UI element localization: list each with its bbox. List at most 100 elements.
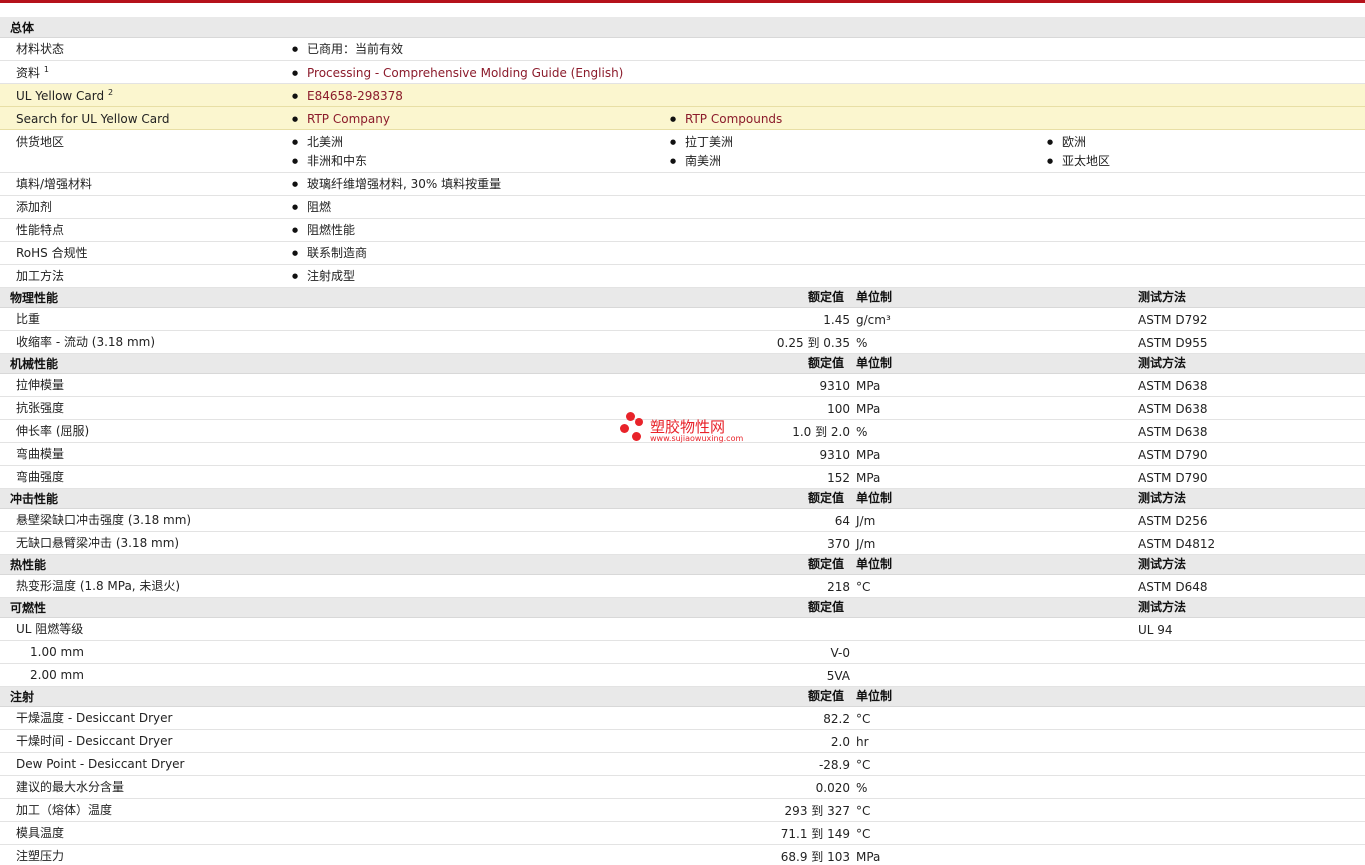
- row-label: 弯曲模量: [16, 447, 65, 461]
- unit-header: 单位制: [856, 356, 893, 370]
- table-row: 悬壁梁缺口冲击强度 (3.18 mm) 64 J/m ASTM D256: [0, 509, 1365, 532]
- row-value: -28.9: [818, 758, 850, 772]
- row-unit: MPa: [856, 402, 881, 416]
- row-label: 资料 1: [16, 65, 49, 80]
- rated-header: 额定值: [808, 689, 845, 703]
- table-row: 建议的最大水分含量 0.020 %: [0, 776, 1365, 799]
- row-value: 2.0: [830, 735, 850, 749]
- row-label: 干燥时间 - Desiccant Dryer: [16, 734, 173, 748]
- row-unit: °C: [856, 758, 871, 772]
- row-unit: MPa: [856, 471, 881, 485]
- row-unit: J/m: [856, 537, 876, 551]
- section-header-flammability: 可燃性 额定值 测试方法: [0, 598, 1365, 618]
- row-value: 293 到 327: [784, 804, 850, 818]
- watermark-url: www.sujiaowuxing.com: [650, 434, 744, 443]
- row-test: ASTM D790: [1138, 471, 1208, 485]
- row-label: 模具温度: [16, 826, 65, 840]
- row-unit: °C: [856, 712, 871, 726]
- section-title: 注射: [10, 690, 35, 704]
- logo-dot-icon: [632, 432, 641, 441]
- row-value: 218: [827, 580, 850, 594]
- row-label: 无缺口悬臂梁冲击 (3.18 mm): [16, 536, 180, 550]
- row-value: 注射成型: [292, 268, 355, 284]
- row-value: 71.1 到 149: [780, 827, 850, 841]
- table-row: 注塑压力 68.9 到 103 MPa: [0, 845, 1365, 864]
- table-row: 热变形温度 (1.8 MPa, 未退火) 218 °C ASTM D648: [0, 575, 1365, 598]
- top-accent-bar: [0, 0, 1365, 3]
- row-label: UL Yellow Card 2: [16, 88, 114, 103]
- unit-header: 单位制: [856, 557, 893, 571]
- row-unit: %: [856, 781, 868, 795]
- region-item: 非洲和中东: [292, 153, 367, 169]
- row-test: UL 94: [1138, 623, 1173, 637]
- table-row: 干燥时间 - Desiccant Dryer 2.0 hr: [0, 730, 1365, 753]
- row-unit: %: [856, 425, 868, 439]
- row-unit: MPa: [856, 379, 881, 393]
- row-unit: °C: [856, 804, 871, 818]
- table-row: 拉伸模量 9310 MPa ASTM D638: [0, 374, 1365, 397]
- row-label: 收缩率 - 流动 (3.18 mm): [16, 335, 156, 349]
- rtp-compounds-link[interactable]: RTP Compounds: [670, 111, 782, 127]
- row-value: 联系制造商: [292, 245, 367, 261]
- row-test: ASTM D638: [1138, 379, 1208, 393]
- test-header: 测试方法: [1138, 290, 1187, 304]
- region-item: 亚太地区: [1047, 153, 1110, 169]
- row-label: 添加剂: [16, 200, 53, 214]
- row-label: 弯曲强度: [16, 470, 65, 484]
- row-process: 加工方法 注射成型: [0, 265, 1365, 288]
- section-title: 可燃性: [10, 601, 47, 615]
- table-row: 无缺口悬臂梁冲击 (3.18 mm) 370 J/m ASTM D4812: [0, 532, 1365, 555]
- row-unit: g/cm³: [856, 313, 891, 327]
- row-unit: %: [856, 336, 868, 350]
- row-rohs: RoHS 合规性 联系制造商: [0, 242, 1365, 265]
- table-row: 收缩率 - 流动 (3.18 mm) 0.25 到 0.35 % ASTM D9…: [0, 331, 1365, 354]
- row-region: 供货地区 北美洲 拉丁美洲 欧洲 非洲和中东 南美洲 亚太地区: [0, 130, 1365, 173]
- rated-header: 额定值: [808, 290, 845, 304]
- unit-header: 单位制: [856, 689, 893, 703]
- table-row: 加工（熔体）温度 293 到 327 °C: [0, 799, 1365, 822]
- row-ul-card: UL Yellow Card 2 E84658-298378: [0, 84, 1365, 107]
- section-title: 物理性能: [10, 291, 59, 305]
- row-test: ASTM D4812: [1138, 537, 1216, 551]
- row-label: Search for UL Yellow Card: [16, 112, 170, 126]
- row-test: ASTM D790: [1138, 448, 1208, 462]
- ul-card-link[interactable]: E84658-298378: [292, 88, 403, 104]
- row-material-status: 材料状态 已商用：当前有效: [0, 38, 1365, 61]
- rtp-company-link[interactable]: RTP Company: [292, 111, 390, 127]
- row-label: 供货地区: [16, 135, 65, 149]
- row-unit: °C: [856, 827, 871, 841]
- row-docs: 资料 1 Processing - Comprehensive Molding …: [0, 61, 1365, 84]
- table-row: Dew Point - Desiccant Dryer -28.9 °C: [0, 753, 1365, 776]
- row-label: 填料/增强材料: [16, 177, 93, 191]
- logo-dot-icon: [626, 412, 635, 421]
- row-value: 0.020: [815, 781, 850, 795]
- row-value: 1.0 到 2.0: [792, 425, 850, 439]
- section-header-physical: 物理性能 额定值 单位制 测试方法: [0, 288, 1365, 308]
- row-test: ASTM D638: [1138, 425, 1208, 439]
- table-row: UL 阻燃等级 UL 94: [0, 618, 1365, 641]
- row-unit: J/m: [856, 514, 876, 528]
- test-header: 测试方法: [1138, 356, 1187, 370]
- test-header: 测试方法: [1138, 557, 1187, 571]
- unit-header: 单位制: [856, 491, 893, 505]
- footnote-ref[interactable]: 2: [108, 88, 113, 97]
- row-label: 干燥温度 - Desiccant Dryer: [16, 711, 173, 725]
- table-row: 干燥温度 - Desiccant Dryer 82.2 °C: [0, 707, 1365, 730]
- row-value: 5VA: [826, 669, 850, 683]
- rated-header: 额定值: [808, 557, 845, 571]
- section-title: 冲击性能: [10, 492, 59, 506]
- row-label: UL 阻燃等级: [16, 622, 84, 636]
- footnote-ref[interactable]: 1: [44, 65, 49, 74]
- row-filler: 填料/增强材料 玻璃纤维增强材料, 30% 填料按重量: [0, 173, 1365, 196]
- row-value: 玻璃纤维增强材料, 30% 填料按重量: [292, 176, 501, 192]
- table-row: 模具温度 71.1 到 149 °C: [0, 822, 1365, 845]
- doc-link[interactable]: Processing - Comprehensive Molding Guide…: [292, 65, 623, 81]
- row-label: 悬壁梁缺口冲击强度 (3.18 mm): [16, 513, 192, 527]
- row-features: 性能特点 阻燃性能: [0, 219, 1365, 242]
- row-value: 9310: [819, 379, 850, 393]
- row-unit: hr: [856, 735, 869, 749]
- logo-dot-icon: [635, 418, 643, 426]
- row-value: 已商用：当前有效: [292, 41, 403, 57]
- section-header-injection: 注射 额定值 单位制: [0, 687, 1365, 707]
- section-header-general: 总体: [0, 17, 1365, 38]
